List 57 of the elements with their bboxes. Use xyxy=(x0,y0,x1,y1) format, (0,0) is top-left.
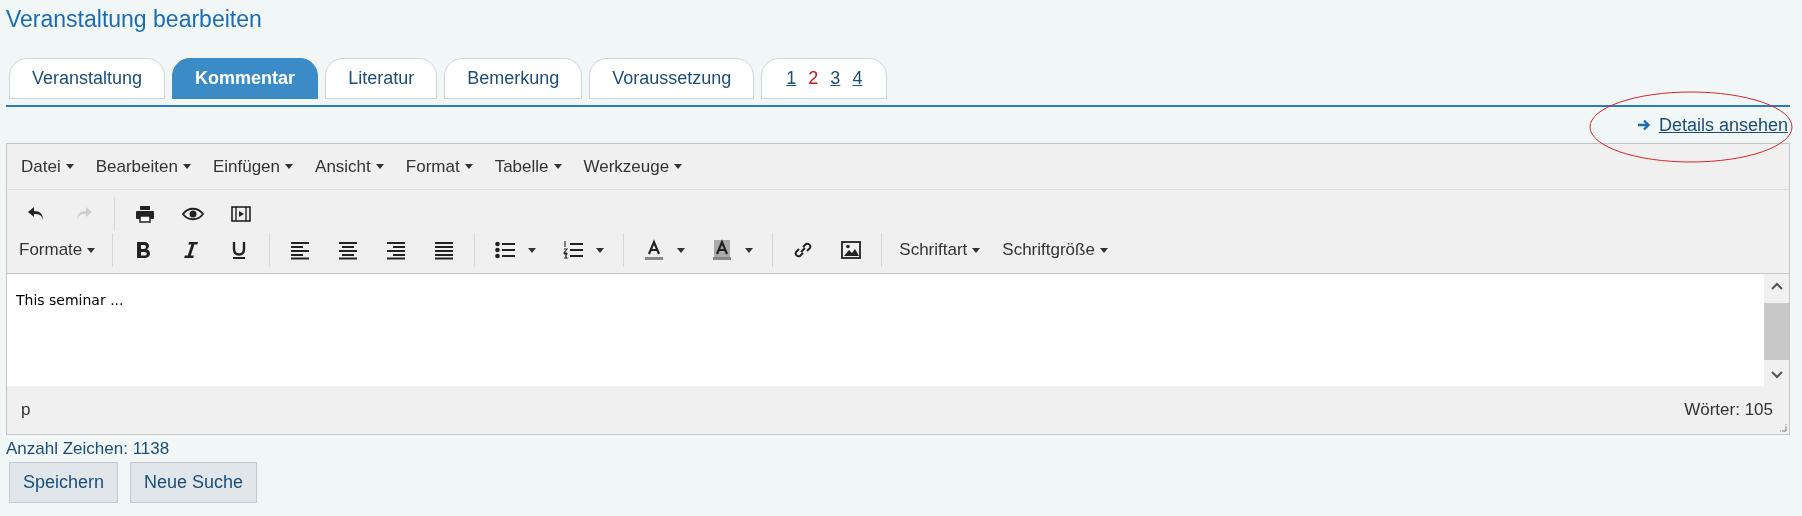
arrow-right-icon xyxy=(1637,119,1651,131)
text-area[interactable]: This seminar ... xyxy=(7,274,1789,386)
menu-item[interactable]: Werkzeuge xyxy=(575,150,691,183)
dropdown-button[interactable]: Schriftgröße xyxy=(994,233,1116,267)
tab[interactable]: Veranstaltung xyxy=(9,58,166,99)
scrollbar[interactable] xyxy=(1764,274,1789,386)
caret-icon xyxy=(65,164,74,169)
caret-icon xyxy=(182,164,191,169)
caret-icon xyxy=(972,247,981,253)
bullet-list-icon xyxy=(494,239,517,261)
page-link[interactable]: 1 xyxy=(786,65,797,92)
action-button[interactable]: Neue Suche xyxy=(130,462,258,503)
menu-item[interactable]: Bearbeiten xyxy=(87,150,199,183)
dropdown-button[interactable]: Formate xyxy=(11,233,104,267)
tab[interactable]: Kommentar xyxy=(172,58,319,99)
page-link[interactable]: 3 xyxy=(830,65,841,92)
char-count: Anzahl Zeichen: 1138 xyxy=(6,438,171,460)
highlight-color-icon xyxy=(711,239,734,261)
align-center-icon xyxy=(337,239,360,261)
scrollbar-thumb[interactable] xyxy=(1764,303,1789,360)
page-link[interactable]: 2 xyxy=(808,65,819,92)
action-button[interactable]: Speichern xyxy=(9,462,119,503)
caret-icon xyxy=(745,247,754,253)
caret-icon xyxy=(1099,247,1108,253)
scroll-down-icon[interactable] xyxy=(1770,371,1783,379)
align-right-icon xyxy=(385,239,408,261)
details-link[interactable]: Details ansehen xyxy=(1658,111,1788,139)
caret-icon xyxy=(87,247,96,253)
text-color-icon xyxy=(643,239,666,261)
tab[interactable]: Literatur xyxy=(325,58,438,99)
menu-item[interactable]: Format xyxy=(397,150,481,183)
scroll-up-icon[interactable] xyxy=(1770,282,1783,290)
tab[interactable]: Voraussetzung xyxy=(589,58,755,99)
menu-item[interactable]: Einfügen xyxy=(204,150,302,183)
caret-icon xyxy=(674,164,683,169)
menu-item[interactable]: Ansicht xyxy=(307,150,392,183)
menu-item[interactable]: Tabelle xyxy=(486,150,570,183)
element-path[interactable]: p xyxy=(21,397,31,423)
caret-icon xyxy=(677,247,686,253)
caret-icon xyxy=(553,164,562,169)
tab[interactable]: Bemerkung xyxy=(444,58,583,99)
caret-icon xyxy=(285,164,294,169)
image-icon xyxy=(840,239,863,261)
menu-item[interactable]: Datei xyxy=(13,150,82,183)
dropdown-button[interactable]: Schriftart xyxy=(891,233,989,267)
content-text: This seminar ... xyxy=(16,292,124,308)
word-count: Wörter: 105 xyxy=(1684,399,1773,422)
caret-icon xyxy=(375,164,384,169)
align-justify-icon xyxy=(433,239,456,261)
align-left-icon xyxy=(289,239,312,261)
caret-icon xyxy=(596,247,605,253)
caret-icon xyxy=(528,247,537,253)
caret-icon xyxy=(464,164,473,169)
page-link[interactable]: 4 xyxy=(852,65,863,92)
page-title: Veranstaltung bearbeiten xyxy=(6,5,263,34)
numbered-list-icon xyxy=(562,239,585,261)
resize-handle-icon[interactable] xyxy=(1778,423,1787,432)
